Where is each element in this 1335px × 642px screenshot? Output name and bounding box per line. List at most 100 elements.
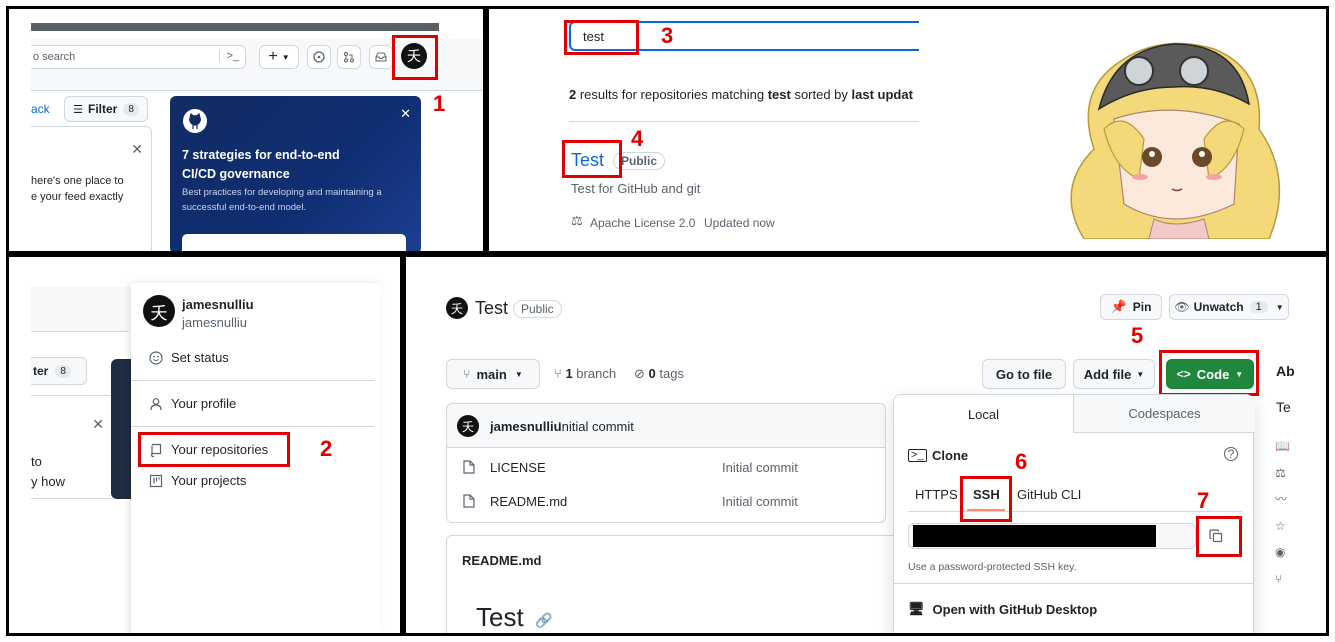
filter-label-partial: ter	[33, 364, 49, 378]
step-6-label: 6	[1015, 449, 1028, 474]
feed-card-partial: ✕ to y how	[31, 395, 115, 499]
filter-button-partial[interactable]: ter 8	[31, 357, 87, 385]
tab-local-label: Local	[967, 406, 1000, 422]
branches-link[interactable]: ⑂ 1 branch	[554, 366, 616, 381]
step-3-highlight	[564, 20, 639, 55]
file-icon	[463, 494, 475, 508]
branch-name: main	[476, 366, 507, 382]
pull-request-icon	[344, 52, 354, 63]
subtab-github-cli[interactable]: GitHub CLI	[1017, 487, 1081, 502]
step-5-highlight	[1159, 350, 1259, 396]
feed-text-1: here's one place to	[31, 175, 124, 187]
issue-icon	[313, 51, 325, 63]
promo-desc-2: successful end-to-end model.	[182, 202, 307, 213]
search-input[interactable]: o search >_	[31, 45, 246, 69]
repo-owner-avatar: 夭	[446, 297, 468, 319]
open-desktop-label: Open with GitHub Desktop	[932, 601, 1098, 617]
file-table: 夭 jamesnulliu Initial commit LICENSE Ini…	[446, 403, 886, 523]
menu-item-your-profile[interactable]: Your profile	[149, 396, 236, 411]
unwatch-button[interactable]: 👁 Unwatch 1 ▼	[1169, 294, 1289, 320]
subtab-https[interactable]: HTTPS	[915, 487, 958, 502]
filter-icon: ☰	[73, 103, 83, 116]
search-placeholder: o search	[33, 51, 76, 63]
feed-text-2: e your feed exactly	[31, 191, 124, 203]
popup-divider	[894, 583, 1253, 584]
pin-label: Pin	[1132, 300, 1152, 314]
unwatch-label: Unwatch	[1193, 300, 1244, 314]
link-icon[interactable]: 🔗	[535, 612, 552, 629]
clone-label: Clone	[932, 448, 969, 463]
file-icon	[463, 460, 475, 474]
filter-count-partial: 8	[55, 364, 71, 378]
header-bar-partial	[31, 287, 129, 332]
back-link[interactable]: ack	[31, 102, 50, 116]
scale-icon: ⚖	[571, 213, 583, 228]
tab-codespaces[interactable]: Codespaces	[1074, 395, 1255, 433]
go-to-file-button[interactable]: Go to file	[982, 359, 1066, 389]
issues-button[interactable]	[307, 45, 331, 69]
menu-item-label: Set status	[171, 350, 229, 365]
step-1-highlight	[392, 35, 438, 80]
smiley-icon	[149, 350, 163, 365]
book-icon: 📖	[1275, 439, 1290, 453]
step-2-label: 2	[320, 436, 333, 461]
close-icon[interactable]: ✕	[92, 416, 104, 433]
menu-avatar: 夭	[143, 295, 175, 327]
inbox-button[interactable]	[369, 45, 393, 69]
step-4-highlight	[562, 140, 622, 178]
help-icon[interactable]: ?	[1224, 447, 1238, 461]
eye-icon: ◉	[1275, 545, 1286, 559]
commit-author[interactable]: jamesnulliu	[490, 419, 562, 434]
tab-local[interactable]: Local	[894, 395, 1074, 433]
project-icon	[149, 474, 163, 487]
filter-button[interactable]: ☰ Filter 8	[64, 96, 148, 122]
file-commit[interactable]: Initial commit	[722, 494, 798, 509]
repo-visibility-badge: Public	[513, 300, 562, 318]
tab-codespaces-label: Codespaces	[1128, 406, 1201, 421]
menu-divider	[131, 426, 374, 427]
branch-selector[interactable]: ⑂ main ▼	[446, 359, 540, 389]
promo-close-icon[interactable]: ✕	[400, 106, 411, 122]
filter-count: 8	[123, 102, 139, 116]
redacted-url	[913, 525, 1156, 547]
file-name[interactable]: LICENSE	[490, 460, 546, 475]
menu-item-your-projects[interactable]: Your projects	[149, 473, 246, 488]
open-desktop-item[interactable]: 🖥 Open with GitHub Desktop	[908, 601, 1097, 617]
file-row-license[interactable]: LICENSE Initial commit	[447, 456, 885, 484]
create-new-button[interactable]: + ▼	[259, 45, 299, 69]
tags-link[interactable]: ⊘ 0 tags	[634, 366, 684, 382]
fork-icon: ⑂	[1275, 571, 1283, 586]
step-1-label: 1	[433, 91, 446, 116]
step-6-highlight	[960, 476, 1012, 522]
promo-cta-button[interactable]	[182, 234, 406, 251]
step-7-highlight	[1196, 516, 1242, 557]
file-commit[interactable]: Initial commit	[722, 460, 798, 475]
clone-url-field[interactable]	[908, 523, 1196, 549]
menu-handle: jamesnulliu	[182, 315, 248, 330]
results-count: 2 results for repositories matching test…	[569, 87, 919, 102]
sidebar-about-partial: Ab	[1276, 363, 1295, 379]
menu-item-set-status[interactable]: Set status	[149, 350, 229, 365]
file-name[interactable]: README.md	[490, 494, 567, 509]
repo-description: Test for GitHub and git	[571, 181, 701, 196]
command-palette-icon[interactable]: >_	[219, 50, 239, 62]
pin-button[interactable]: 📌 Pin	[1100, 294, 1162, 320]
panel-search-results: test 3 2 results for repositories matchi…	[486, 6, 1329, 254]
promo-desc-1: Best practices for developing and mainta…	[182, 187, 382, 198]
chevron-down-icon: ▼	[1275, 302, 1284, 312]
desktop-icon: 🖥	[908, 601, 925, 616]
pull-requests-button[interactable]	[337, 45, 361, 69]
updated-text: Updated now	[704, 216, 775, 230]
code-popup: Local Codespaces >_ Clone ? HTTPS SSH Gi…	[893, 394, 1255, 633]
feed-partial-2: y how	[31, 474, 65, 489]
eye-icon: 👁	[1174, 300, 1190, 314]
promo-card: ✕ 7 strategies for end-to-end CI/CD gove…	[170, 96, 421, 251]
commit-message[interactable]: Initial commit	[558, 419, 634, 434]
repo-title[interactable]: Test	[475, 298, 508, 319]
step-7-label: 7	[1197, 488, 1210, 513]
branch-icon: ⑂	[554, 366, 562, 381]
github-logo-icon	[183, 109, 207, 133]
close-icon[interactable]: ✕	[131, 141, 143, 158]
add-file-button[interactable]: Add file ▼	[1073, 359, 1155, 389]
file-row-readme[interactable]: README.md Initial commit	[447, 490, 885, 518]
